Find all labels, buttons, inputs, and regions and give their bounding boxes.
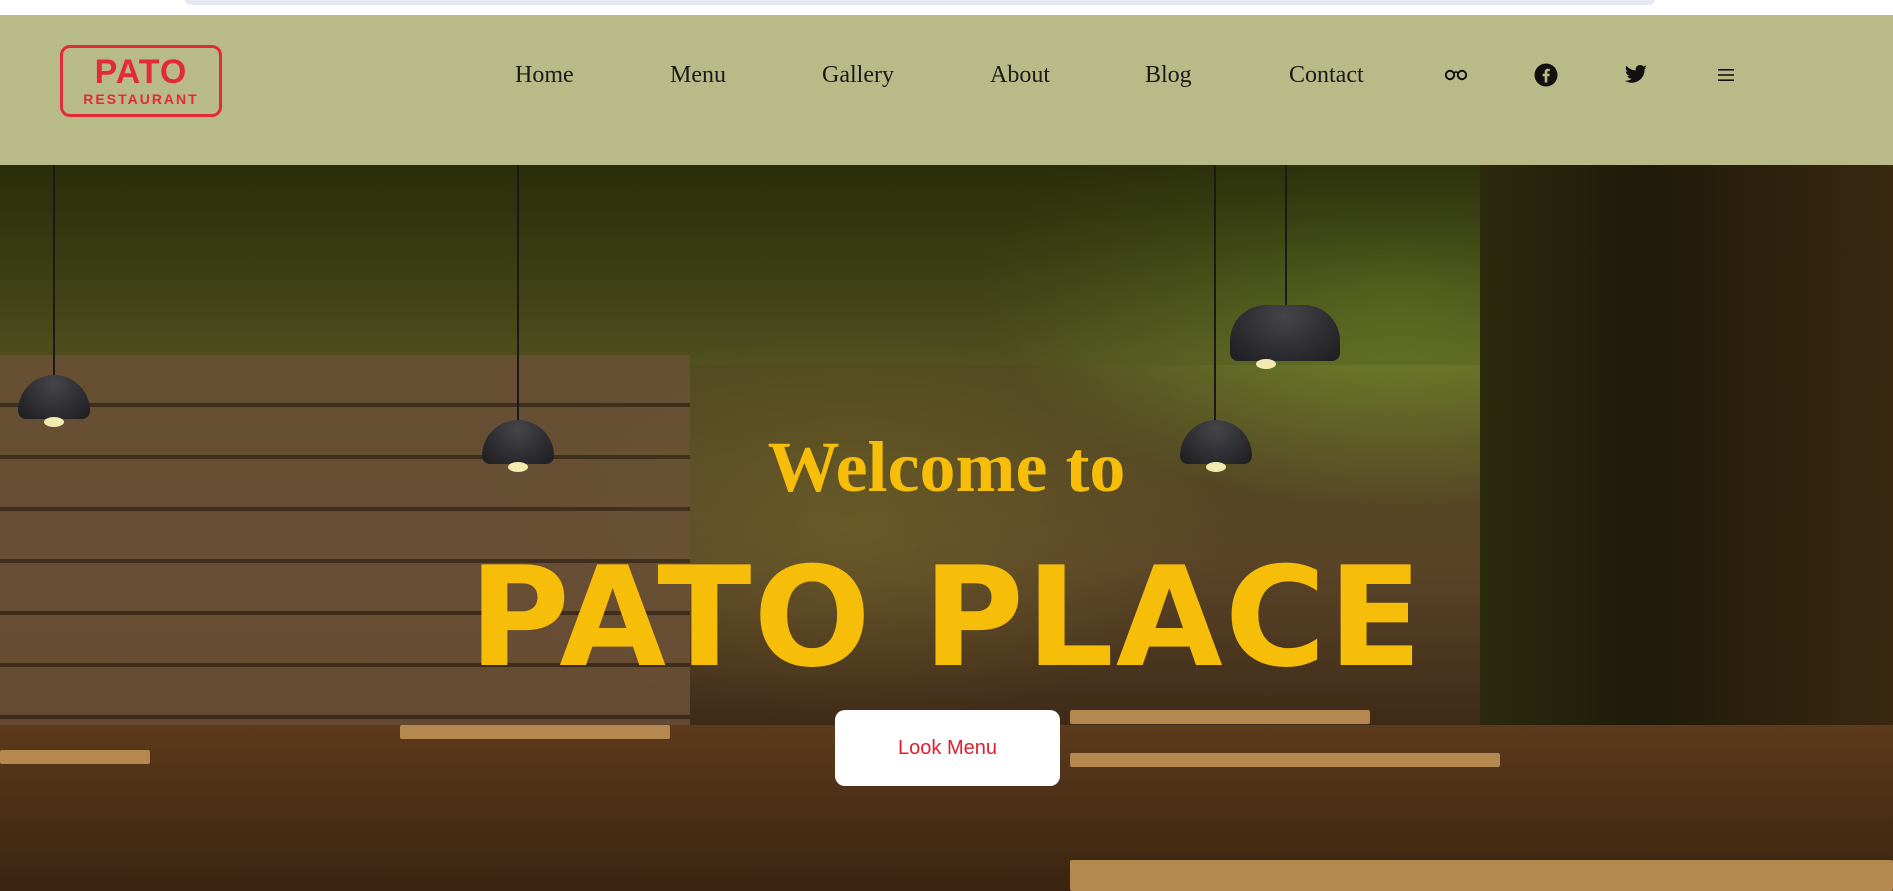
nav-link-about[interactable]: About <box>990 59 1050 91</box>
nav-link-blog[interactable]: Blog <box>1145 59 1192 91</box>
nav-link-contact[interactable]: Contact <box>1289 59 1364 91</box>
hero-welcome-text: Welcome to <box>767 427 1126 507</box>
logo-text: PATO <box>94 53 188 91</box>
twitter-icon[interactable] <box>1623 59 1649 91</box>
hero-content: Welcome to PATO PLACE Look Menu <box>0 165 1893 891</box>
hero-title: PATO PLACE <box>468 537 1425 698</box>
site-header: PATO RESTAURANT Home Menu Gallery About … <box>0 15 1893 165</box>
nav-link-home[interactable]: Home <box>515 59 574 91</box>
logo-subtext: RESTAURANT <box>83 91 199 107</box>
look-menu-button[interactable]: Look Menu <box>835 710 1060 786</box>
hero-section: Welcome to PATO PLACE Look Menu <box>0 165 1893 891</box>
facebook-icon[interactable] <box>1533 59 1559 91</box>
address-bar-edge <box>185 0 1655 5</box>
tripadvisor-icon[interactable] <box>1444 59 1468 91</box>
site-logo[interactable]: PATO RESTAURANT <box>60 45 222 117</box>
browser-top-strip <box>0 0 1893 15</box>
hamburger-menu-icon[interactable] <box>1716 59 1736 91</box>
nav-link-gallery[interactable]: Gallery <box>822 59 894 91</box>
nav-link-menu[interactable]: Menu <box>670 59 726 91</box>
